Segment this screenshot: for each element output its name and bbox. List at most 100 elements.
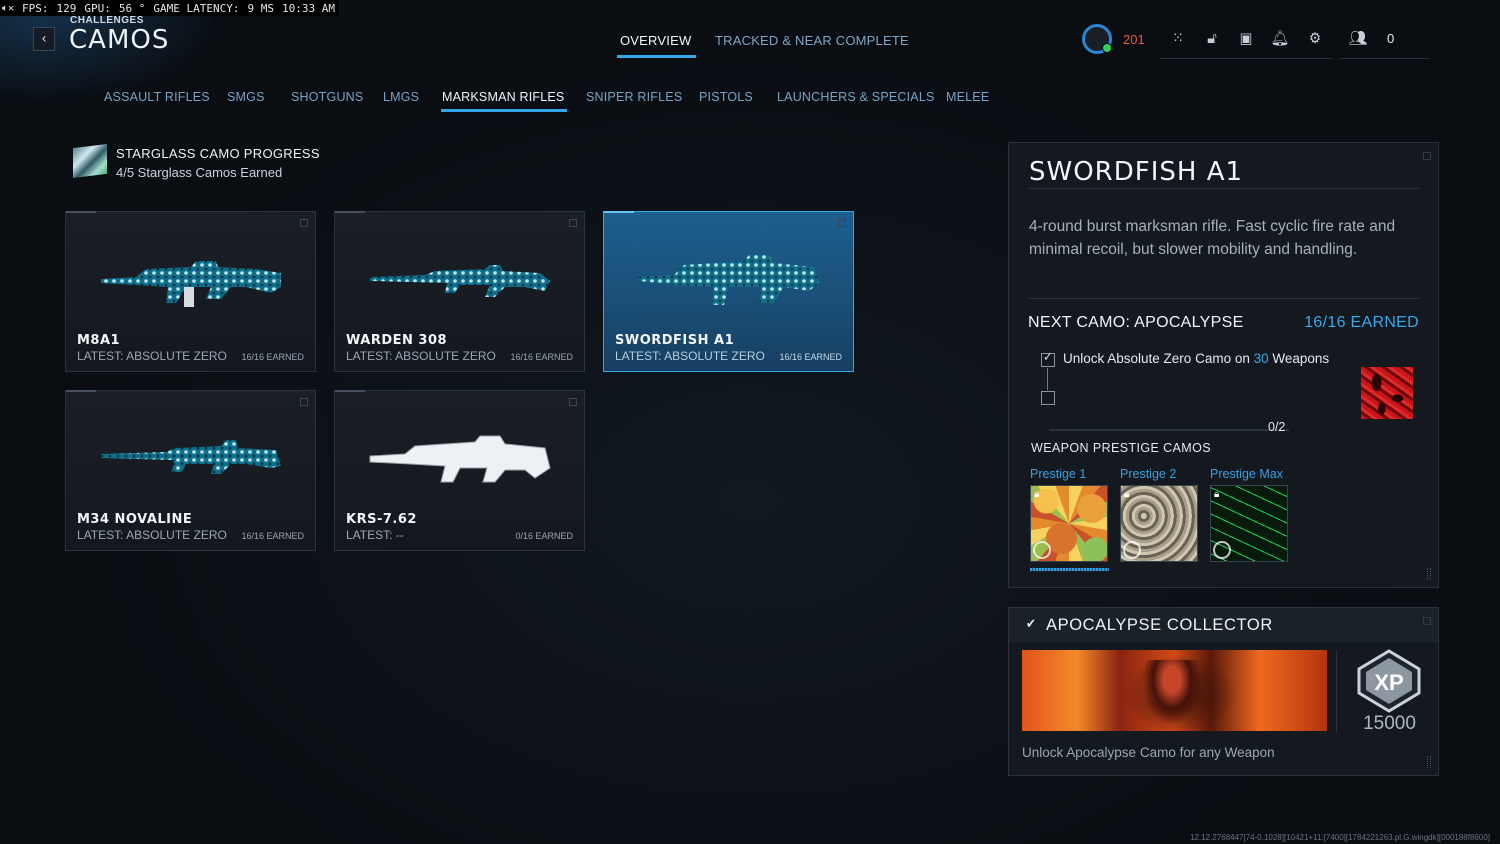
weapon-name: KRS-7.62 — [346, 512, 417, 527]
weapon-name: M8A1 — [77, 333, 121, 348]
category-marksman-rifles[interactable]: MARKSMAN RIFLES — [440, 90, 568, 112]
weapon-latest-camo: LATEST: ABSOLUTE ZERO — [346, 349, 496, 363]
prestige-max-camo[interactable]: 🔒︎ — [1210, 485, 1288, 562]
category-smgs[interactable]: SMGS — [227, 90, 265, 104]
settings-gear-icon[interactable]: ⚙ — [1306, 29, 1324, 47]
xp-reward-amount: 15000 — [1363, 713, 1416, 734]
weapon-card-krs-7-62[interactable]: KRS-7.62 LATEST: -- 0/16 EARNED — [334, 390, 585, 551]
weapon-latest-camo: LATEST: ABSOLUTE ZERO — [77, 349, 227, 363]
header-divider — [1160, 58, 1332, 59]
starglass-subtitle: 4/5 Starglass Camos Earned — [116, 165, 283, 180]
apocalypse-collector-panel: ✔ APOCALYPSE COLLECTOR XP 15000 Unlock A… — [1008, 607, 1439, 776]
m34-novaline-weapon-image — [101, 440, 281, 474]
collector-title: APOCALYPSE COLLECTOR — [1046, 616, 1273, 634]
tab-tracked-near-complete[interactable]: TRACKED & NEAR COMPLETE — [715, 33, 909, 48]
clock: 10:33 AM — [282, 1, 335, 15]
party-icon[interactable]: 👥︎ — [1348, 29, 1367, 47]
collector-description: Unlock Apocalypse Camo for any Weapon — [1022, 745, 1275, 760]
party-count: 0 — [1387, 31, 1395, 46]
weapon-latest-camo: LATEST: ABSOLUTE ZERO — [77, 528, 227, 542]
weapon-card-m34-novaline[interactable]: M34 NOVALINE LATEST: ABSOLUTE ZERO 16/16… — [65, 390, 316, 551]
player-level: 201 — [1123, 32, 1145, 47]
resize-grip-icon — [1427, 756, 1431, 768]
warden-308-weapon-image — [370, 265, 550, 297]
weapon-earned-count: 16/16 EARNED — [779, 352, 842, 362]
resize-grip-icon — [1427, 568, 1431, 580]
category-assault-rifles[interactable]: ASSAULT RIFLES — [104, 90, 210, 104]
krs-7-62-weapon-image — [369, 435, 551, 483]
checkbox-complete-icon — [1041, 350, 1055, 367]
store-icon[interactable]: ▣ — [1237, 29, 1255, 47]
unlock-icon[interactable]: 🔓︎ — [1203, 29, 1221, 47]
weapon-card-swordfish-a1[interactable]: SWORDFISH A1 LATEST: ABSOLUTE ZERO 16/16… — [603, 211, 854, 372]
tab-overview[interactable]: OVERVIEW — [616, 33, 697, 58]
build-version: 12.12.2768447[74-0.1028][10421+11:[7400]… — [1190, 833, 1490, 842]
detail-weapon-title: SWORDFISH A1 — [1029, 157, 1244, 187]
prestige-badge-icon — [1033, 541, 1051, 559]
weapon-latest-camo: LATEST: ABSOLUTE ZERO — [615, 349, 765, 363]
prestige-badge-icon — [1213, 541, 1231, 559]
latency-label: GAME LATENCY: — [153, 1, 240, 15]
weapon-earned-count: 16/16 EARNED — [510, 352, 573, 362]
latency-value: 9 MS — [247, 1, 275, 15]
requirement-progress-bar — [1049, 429, 1289, 431]
category-shotguns[interactable]: SHOTGUNS — [291, 90, 363, 104]
camo-requirement: Unlock Absolute Zero Camo on 30 Weapons — [1063, 351, 1330, 366]
fps-value: 129 — [56, 1, 77, 15]
apps-grid-icon[interactable]: ⁙ — [1169, 29, 1187, 47]
gpu-value: 56 ° — [118, 1, 146, 15]
prestige-1-label: Prestige 1 — [1030, 467, 1087, 481]
category-lmgs[interactable]: LMGS — [383, 90, 419, 104]
notifications-bell-icon[interactable]: 🔔︎ — [1270, 29, 1289, 47]
m8a1-weapon-image — [101, 261, 281, 307]
prestige-2-camo[interactable]: 🔒︎ — [1120, 485, 1198, 562]
weapon-card-warden-308[interactable]: WARDEN 308 LATEST: ABSOLUTE ZERO 16/16 E… — [334, 211, 585, 372]
weapon-latest-camo: LATEST: -- — [346, 528, 404, 542]
checkbox-empty-icon — [1041, 391, 1055, 405]
party-divider — [1340, 58, 1430, 59]
xp-badge-icon: XP — [1357, 649, 1421, 713]
weapon-name: WARDEN 308 — [346, 333, 448, 348]
category-pistols[interactable]: PISTOLS — [699, 90, 753, 104]
prestige-1-camo[interactable]: 🔒︎ — [1030, 485, 1108, 562]
weapon-name: M34 NOVALINE — [77, 512, 193, 527]
collector-artwork — [1022, 650, 1327, 731]
divider — [1029, 298, 1419, 299]
swordfish-a1-weapon-image — [639, 255, 819, 305]
weapon-earned-count: 16/16 EARNED — [241, 531, 304, 541]
chevron-left-icon: ‹ — [41, 31, 47, 47]
lock-icon: 🔒︎ — [1034, 489, 1040, 500]
checkmark-icon: ✔ — [1026, 617, 1036, 632]
lock-icon: 🔒︎ — [1214, 489, 1220, 500]
weapon-earned-count: 0/16 EARNED — [515, 531, 573, 541]
prestige-badge-icon — [1123, 541, 1141, 559]
category-melee[interactable]: MELEE — [946, 90, 989, 104]
weapon-detail-panel: SWORDFISH A1 4-round burst marksman rifl… — [1008, 142, 1439, 588]
weapon-card-m8a1[interactable]: M8A1 LATEST: ABSOLUTE ZERO 16/16 EARNED — [65, 211, 316, 372]
gpu-label: GPU: — [84, 1, 111, 15]
requirement-progress-text: 0/2 — [1268, 420, 1286, 434]
prestige-selection-bar — [1030, 568, 1109, 571]
fps-label: FPS: — [22, 1, 49, 15]
category-sniper-rifles[interactable]: SNIPER RIFLES — [586, 90, 682, 104]
next-camo-label: NEXT CAMO: APOCALYPSE — [1028, 314, 1244, 331]
prestige-max-label: Prestige Max — [1210, 467, 1283, 481]
lock-icon: 🔒︎ — [1124, 489, 1130, 500]
divider — [1029, 188, 1419, 189]
player-level-emblem[interactable] — [1082, 24, 1112, 54]
speaker-muted-icon: 🔈︎✕ — [2, 2, 15, 14]
starglass-camo-icon — [73, 144, 107, 178]
prestige-camos-title: WEAPON PRESTIGE CAMOS — [1031, 441, 1211, 455]
apocalypse-camo-swatch[interactable] — [1361, 367, 1413, 419]
category-launchers-specials[interactable]: LAUNCHERS & SPECIALS — [777, 90, 935, 104]
prestige-2-label: Prestige 2 — [1120, 467, 1177, 481]
performance-overlay: 🔈︎✕ FPS: 129 GPU: 56 ° GAME LATENCY: 9 M… — [0, 0, 339, 16]
weapon-earned-count: 16/16 EARNED — [241, 352, 304, 362]
back-button[interactable]: ‹ — [33, 27, 55, 51]
weapon-description: 4-round burst marksman rifle. Fast cycli… — [1029, 218, 1396, 258]
page-title: CAMOS — [69, 25, 170, 55]
svg-text:XP: XP — [1374, 670, 1403, 695]
starglass-title: STARGLASS CAMO PROGRESS — [116, 146, 320, 161]
weapon-name: SWORDFISH A1 — [615, 333, 735, 348]
camos-earned-count: 16/16 EARNED — [1304, 314, 1419, 331]
